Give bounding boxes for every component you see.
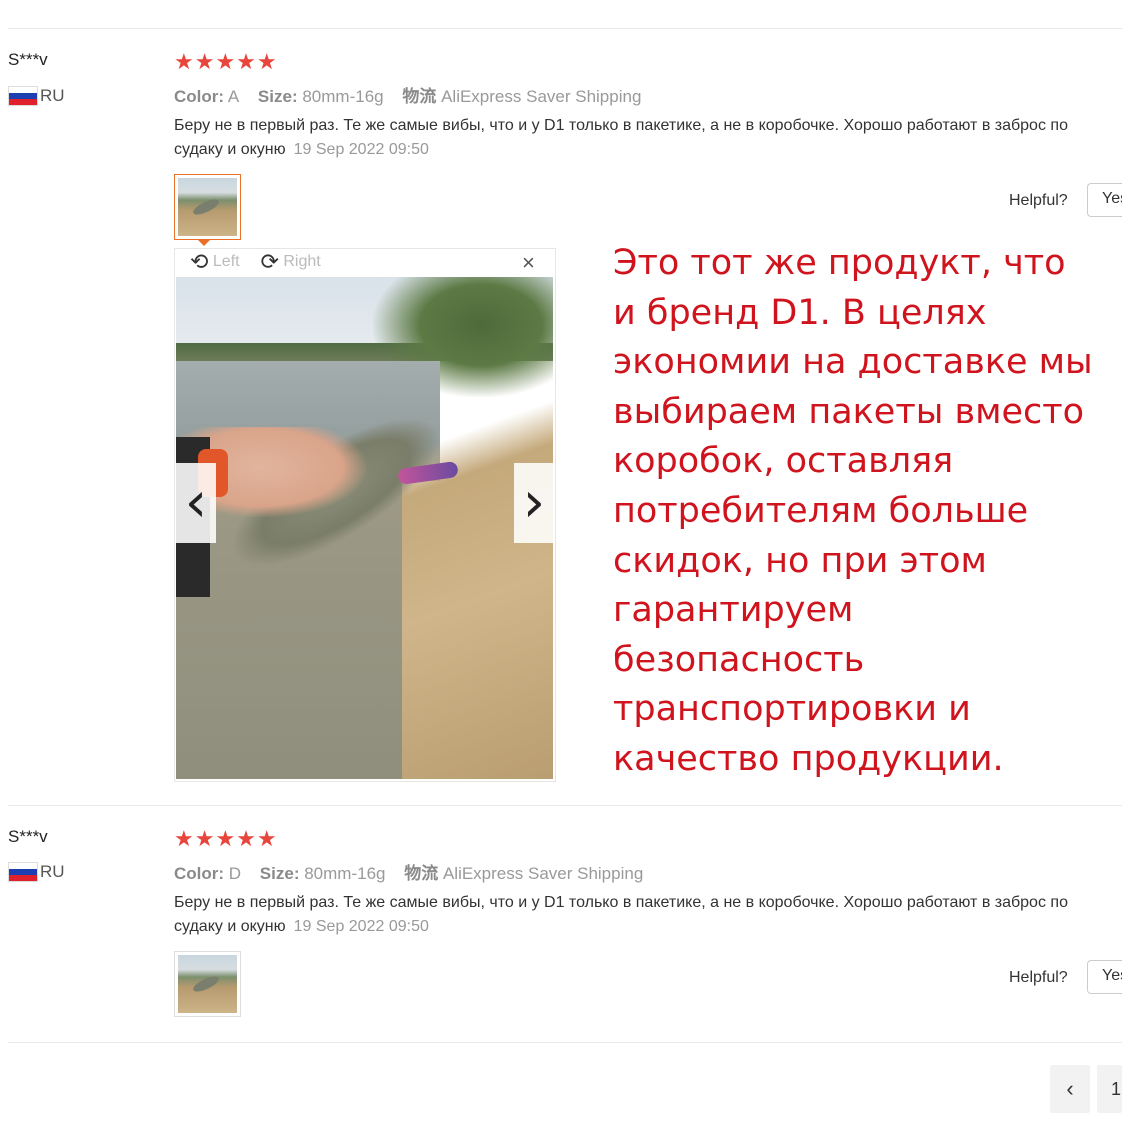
review-2-helpful-yes-button[interactable]: Yes [1087, 960, 1122, 994]
chevron-left-icon: ‹ [184, 470, 208, 535]
chevron-left-icon: ‹ [1066, 1076, 1074, 1101]
size-value: 80mm-16g [302, 87, 384, 106]
yes-label: Yes [1102, 967, 1122, 984]
review-2-sku-info: Color: D Size: 80mm-16g 物流 AliExpress Sa… [174, 859, 643, 884]
size-label: Size: [259, 864, 300, 883]
divider [8, 805, 1122, 806]
shipping-value: AliExpress Saver Shipping [441, 87, 642, 106]
shipping-value: AliExpress Saver Shipping [442, 864, 644, 883]
country-code: RU [40, 86, 65, 105]
rotate-right-button[interactable]: ⟳ Right [260, 249, 321, 274]
thumbnail-caret [197, 239, 211, 246]
rotate-left-icon: ⟲ [190, 249, 209, 274]
review-2-photo-thumbnail[interactable] [174, 951, 241, 1017]
review-2-star-rating: ★★★★★ [174, 826, 278, 851]
review-1-username: S***v [8, 50, 48, 69]
review-1-photo-thumbnail[interactable] [174, 174, 241, 240]
review-date: 19 Sep 2022 09:50 [293, 141, 429, 158]
review-date: 19 Sep 2022 09:50 [293, 918, 429, 935]
review-1-text: Беру не в первый раз. Те же самые вибы, … [174, 114, 1104, 162]
review-1-sku-info: Color: A Size: 80mm-16g 物流 AliExpress Sa… [174, 82, 641, 107]
review-2-text: Беру не в первый раз. Те же самые вибы, … [174, 891, 1104, 939]
review-1-helpful-yes-button[interactable]: Yes [1087, 183, 1122, 217]
viewer-close-button[interactable]: × [522, 251, 535, 275]
rotate-right-label: Right [283, 253, 321, 270]
size-label: Size: [257, 87, 298, 106]
close-icon: × [522, 250, 535, 275]
color-label: Color: [174, 87, 225, 106]
page-number: 1 [1111, 1078, 1122, 1099]
viewer-prev-button[interactable]: ‹ [176, 463, 216, 543]
russia-flag-icon [8, 862, 38, 882]
pagination-prev-button[interactable]: ‹ [1050, 1065, 1090, 1113]
review-photo-large [176, 277, 553, 779]
chevron-right-icon: › [522, 470, 546, 535]
thumbnail-image [178, 178, 237, 236]
shipping-label: 物流 [404, 864, 439, 883]
rotate-left-button[interactable]: ⟲ Left [190, 249, 240, 274]
rotate-left-label: Left [212, 253, 240, 270]
russia-flag-icon [8, 86, 38, 106]
review-1-country: RU [8, 86, 65, 106]
review-2-country: RU [8, 862, 65, 882]
review-2-username: S***v [8, 827, 48, 846]
review-1-star-rating: ★★★★★ [174, 49, 278, 74]
seller-annotation: Это тот же продукт, что и бренд D1. В це… [613, 243, 1093, 779]
shipping-label: 物流 [402, 87, 437, 106]
color-value: D [228, 864, 242, 883]
country-code: RU [40, 862, 65, 881]
rotate-right-icon: ⟳ [260, 249, 279, 274]
color-label: Color: [174, 864, 225, 883]
thumbnail-image [178, 955, 237, 1013]
review-1-helpful-label: Helpful? [1009, 192, 1068, 209]
divider [8, 28, 1122, 29]
viewer-toolbar: ⟲ Left ⟳ Right [190, 251, 321, 275]
review-2-helpful-label: Helpful? [1009, 969, 1068, 986]
size-value: 80mm-16g [304, 864, 386, 883]
pagination-page-1[interactable]: 1 [1097, 1065, 1122, 1113]
viewer-next-button[interactable]: › [514, 463, 554, 543]
divider [8, 1042, 1122, 1043]
yes-label: Yes [1102, 190, 1122, 207]
color-value: A [227, 87, 240, 106]
